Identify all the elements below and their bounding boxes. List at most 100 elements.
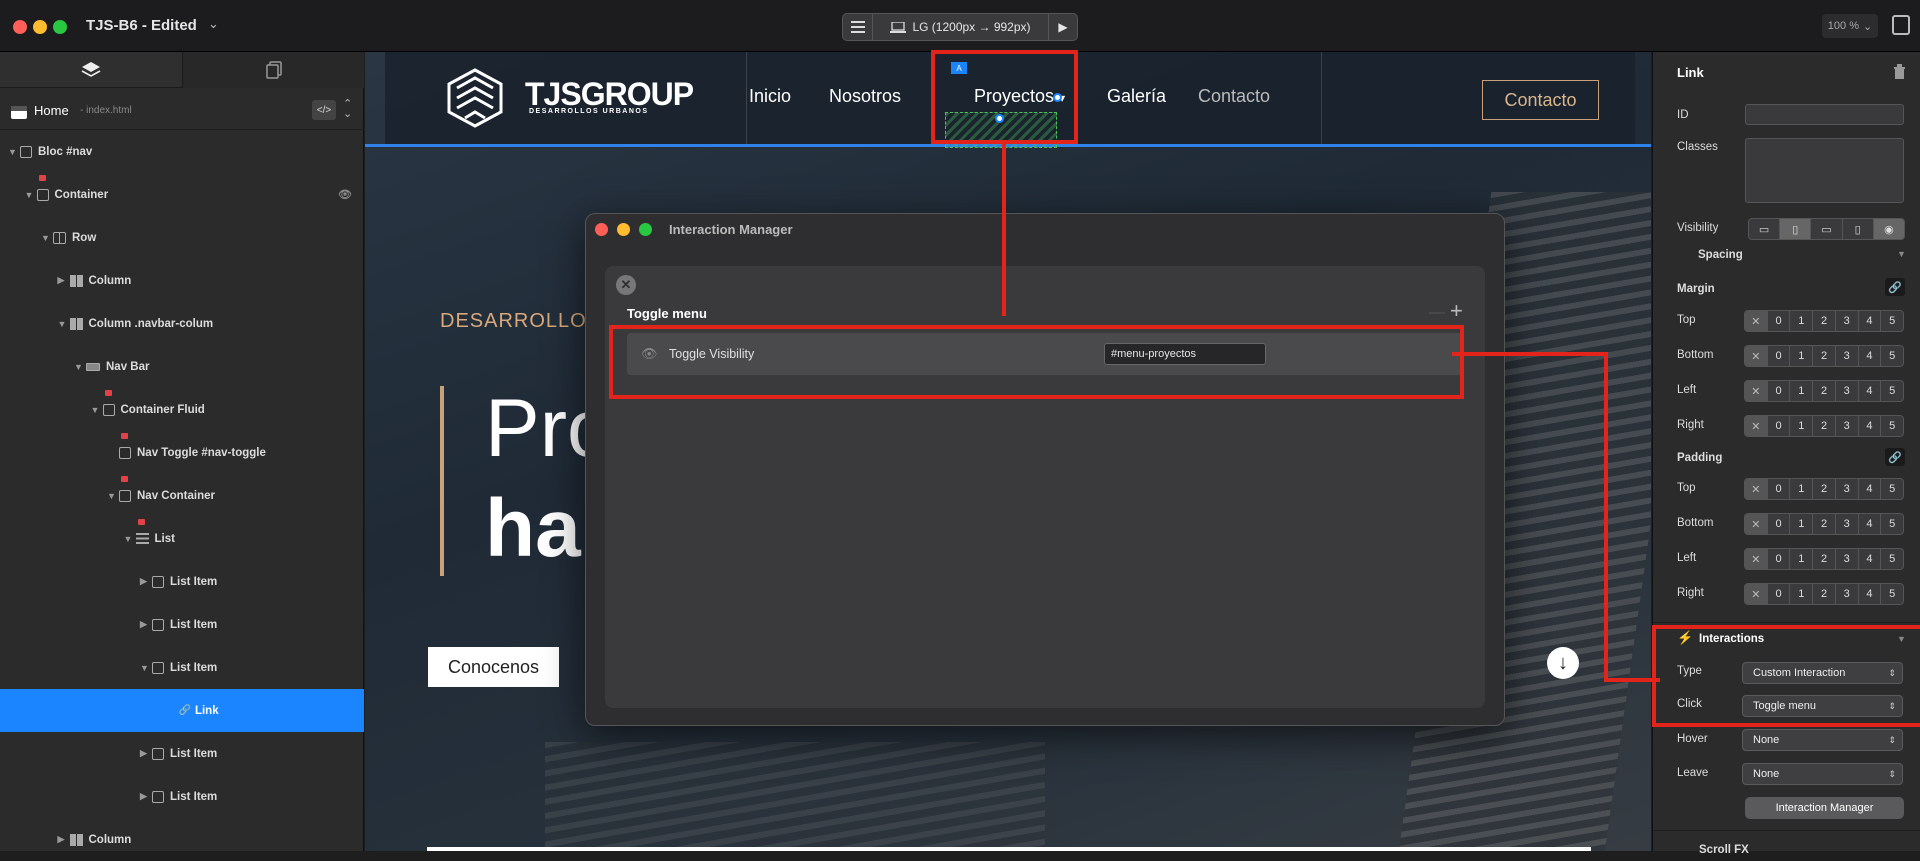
chevron-down-icon[interactable]: ▼: [1897, 249, 1906, 259]
layer-row[interactable]: ▼ Nav Bar: [0, 345, 364, 388]
padding-value-option[interactable]: 1: [1790, 584, 1814, 604]
hover-interaction-select[interactable]: None ⇕: [1742, 729, 1903, 751]
layer-row[interactable]: ▼ Bloc #nav: [0, 130, 364, 173]
arrow-down-icon[interactable]: ↓: [1547, 647, 1579, 679]
disclosure-open-icon[interactable]: ▼: [91, 405, 103, 415]
disclosure-closed-icon[interactable]: ▶: [140, 619, 152, 630]
scroll-fx-section-title[interactable]: Scroll FX: [1699, 844, 1749, 856]
padding-value-option[interactable]: 4: [1859, 479, 1882, 499]
disclosure-open-icon[interactable]: ▼: [25, 190, 37, 200]
layer-row[interactable]: ▶ List Item: [0, 603, 364, 646]
zoom-window-button[interactable]: [639, 223, 652, 236]
padding-value-option[interactable]: 2: [1813, 479, 1836, 499]
disclosure-closed-icon[interactable]: ▶: [140, 748, 152, 759]
margin-value-option[interactable]: 2: [1813, 381, 1836, 401]
margin-value-option[interactable]: 2: [1813, 311, 1836, 331]
close-icon[interactable]: ✕: [616, 275, 636, 295]
clear-icon[interactable]: ✕: [1745, 311, 1768, 331]
padding-value-option[interactable]: 1: [1790, 514, 1814, 534]
padding-value-option[interactable]: 4: [1859, 514, 1882, 534]
layer-row[interactable]: ▶ Column: [0, 259, 364, 302]
menu-icon[interactable]: [843, 14, 873, 40]
leave-interaction-select[interactable]: None ⇕: [1742, 763, 1903, 785]
disclosure-open-icon[interactable]: ▼: [107, 491, 119, 501]
remove-action-button[interactable]: —: [1429, 304, 1445, 322]
margin-value-option[interactable]: 0: [1768, 416, 1791, 436]
minimize-window-button[interactable]: [617, 223, 630, 236]
margin-value-option[interactable]: 0: [1768, 311, 1791, 331]
clear-icon[interactable]: ✕: [1745, 416, 1768, 436]
padding-value-option[interactable]: 3: [1836, 549, 1859, 569]
clear-icon[interactable]: ✕: [1745, 584, 1768, 604]
eye-icon[interactable]: 👁: [338, 188, 352, 201]
margin-value-option[interactable]: 4: [1859, 381, 1882, 401]
layer-row[interactable]: ▼ List: [0, 517, 364, 560]
add-action-button[interactable]: +: [1450, 298, 1463, 324]
disclosure-closed-icon[interactable]: ▶: [58, 834, 70, 845]
code-icon[interactable]: </>: [312, 100, 336, 120]
nav-link-inicio[interactable]: Inicio: [749, 86, 791, 107]
disclosure-open-icon[interactable]: ▼: [8, 147, 20, 157]
padding-value-option[interactable]: 4: [1859, 549, 1882, 569]
page-selector[interactable]: Home - index.html </> ⌃ ⌄: [0, 90, 364, 130]
phone-visibility-icon[interactable]: ▯: [1843, 219, 1874, 239]
disclosure-open-icon[interactable]: ▼: [58, 319, 70, 329]
margin-value-option[interactable]: 5: [1881, 311, 1903, 331]
spacing-section-title[interactable]: Spacing: [1698, 249, 1743, 261]
eye-icon[interactable]: ◉: [1873, 219, 1904, 239]
disclosure-open-icon[interactable]: ▼: [140, 663, 152, 673]
margin-value-option[interactable]: 3: [1836, 381, 1859, 401]
contact-cta-button[interactable]: Contacto: [1482, 80, 1599, 120]
clear-icon[interactable]: ✕: [1745, 479, 1768, 499]
padding-value-option[interactable]: 2: [1813, 549, 1836, 569]
margin-value-option[interactable]: 1: [1790, 311, 1814, 331]
zoom-window-button[interactable]: [53, 20, 67, 34]
clear-icon[interactable]: ✕: [1745, 381, 1768, 401]
margin-value-option[interactable]: 5: [1881, 416, 1903, 436]
padding-value-option[interactable]: 3: [1836, 514, 1859, 534]
margin-value-option[interactable]: 3: [1836, 416, 1859, 436]
padding-value-option[interactable]: 0: [1768, 514, 1791, 534]
layer-row[interactable]: ▼ Column .navbar-colum: [0, 302, 364, 345]
nav-link-contacto[interactable]: Contacto: [1198, 86, 1270, 107]
document-title[interactable]: TJS-B6 - Edited: [86, 17, 197, 34]
disclosure-closed-icon[interactable]: ▶: [140, 791, 152, 802]
margin-value-option[interactable]: 1: [1790, 416, 1814, 436]
layer-row[interactable]: ▼ Container 👁: [0, 173, 364, 216]
margin-value-option[interactable]: 3: [1836, 311, 1859, 331]
margin-value-option[interactable]: 5: [1881, 381, 1903, 401]
padding-value-option[interactable]: 2: [1813, 514, 1836, 534]
padding-value-option[interactable]: 0: [1768, 584, 1791, 604]
margin-value-option[interactable]: 1: [1790, 346, 1814, 366]
margin-value-option[interactable]: 1: [1790, 381, 1814, 401]
tablet-landscape-visibility-icon[interactable]: ▭: [1811, 219, 1843, 239]
layer-row[interactable]: ▶ List Item: [0, 560, 364, 603]
margin-value-option[interactable]: 0: [1768, 381, 1791, 401]
zoom-select[interactable]: 100 % ⌄: [1822, 14, 1878, 38]
padding-value-option[interactable]: 3: [1836, 584, 1859, 604]
clear-icon[interactable]: ✕: [1745, 346, 1768, 366]
margin-value-option[interactable]: 4: [1859, 346, 1882, 366]
margin-value-option[interactable]: 5: [1881, 346, 1903, 366]
margin-value-option[interactable]: 3: [1836, 346, 1859, 366]
margin-value-option[interactable]: 4: [1859, 416, 1882, 436]
nav-link-galeria[interactable]: Galería: [1107, 86, 1166, 107]
layer-row[interactable]: ▶ List Item: [0, 775, 364, 818]
padding-value-option[interactable]: 5: [1881, 584, 1903, 604]
tab-pages[interactable]: [182, 52, 364, 88]
padding-value-option[interactable]: 5: [1881, 479, 1903, 499]
disclosure-closed-icon[interactable]: ▶: [58, 275, 70, 286]
nav-link-nosotros[interactable]: Nosotros: [829, 86, 901, 107]
margin-value-option[interactable]: 2: [1813, 416, 1836, 436]
layer-row[interactable]: Nav Toggle #nav-toggle: [0, 431, 364, 474]
tab-layers[interactable]: [0, 52, 182, 88]
layer-row[interactable]: ▶ List Item: [0, 732, 364, 775]
share-icon[interactable]: [1892, 15, 1910, 35]
page-stepper-icon[interactable]: ⌃ ⌄: [343, 99, 352, 120]
padding-value-option[interactable]: 0: [1768, 549, 1791, 569]
breakpoint-selector[interactable]: LG (1200px → 992px): [873, 14, 1049, 40]
id-input[interactable]: [1745, 104, 1904, 125]
disclosure-closed-icon[interactable]: ▶: [140, 576, 152, 587]
padding-value-option[interactable]: 5: [1881, 549, 1903, 569]
interaction-manager-button[interactable]: Interaction Manager: [1745, 797, 1904, 819]
